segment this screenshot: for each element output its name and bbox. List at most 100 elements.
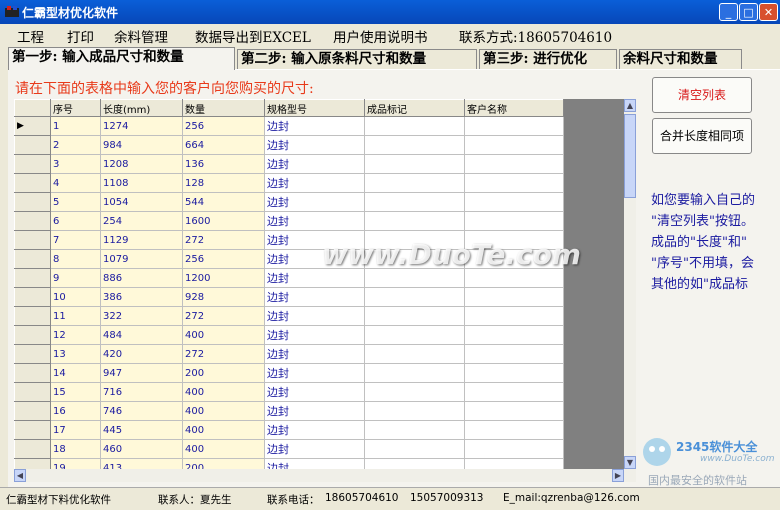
col-header-customer[interactable]: 客户名称: [464, 99, 564, 117]
row-header[interactable]: [14, 382, 51, 402]
table-row[interactable]: 9 886 1200 边封: [14, 268, 564, 288]
cell-length[interactable]: 322: [100, 306, 183, 326]
cell-no[interactable]: 7: [50, 230, 101, 250]
maximize-button[interactable]: □: [739, 3, 758, 21]
cell-mark[interactable]: [364, 287, 465, 307]
cell-qty[interactable]: 400: [182, 401, 265, 421]
row-header[interactable]: [14, 287, 51, 307]
cell-spec[interactable]: 边封: [264, 325, 365, 345]
cell-no[interactable]: 3: [50, 154, 101, 174]
cell-spec[interactable]: 边封: [264, 211, 365, 231]
table-row[interactable]: 17 445 400 边封: [14, 420, 564, 440]
cell-no[interactable]: 17: [50, 420, 101, 440]
cell-length[interactable]: 1208: [100, 154, 183, 174]
cell-length[interactable]: 1054: [100, 192, 183, 212]
table-row[interactable]: 12 484 400 边封: [14, 325, 564, 345]
cell-length[interactable]: 746: [100, 401, 183, 421]
table-row[interactable]: 4 1108 128 边封: [14, 173, 564, 193]
table-row[interactable]: 10 386 928 边封: [14, 287, 564, 307]
cell-spec[interactable]: 边封: [264, 401, 365, 421]
table-row[interactable]: ▶ 1 1274 256 边封: [14, 116, 564, 136]
cell-customer[interactable]: [464, 135, 564, 155]
cell-mark[interactable]: [364, 325, 465, 345]
cell-qty[interactable]: 400: [182, 382, 265, 402]
cell-length[interactable]: 886: [100, 268, 183, 288]
cell-customer[interactable]: [464, 211, 564, 231]
cell-customer[interactable]: [464, 363, 564, 383]
cell-length[interactable]: 1108: [100, 173, 183, 193]
cell-qty[interactable]: 664: [182, 135, 265, 155]
cell-mark[interactable]: [364, 306, 465, 326]
table-row[interactable]: 15 716 400 边封: [14, 382, 564, 402]
cell-no[interactable]: 5: [50, 192, 101, 212]
cell-customer[interactable]: [464, 306, 564, 326]
cell-no[interactable]: 15: [50, 382, 101, 402]
cell-no[interactable]: 9: [50, 268, 101, 288]
tab-step3[interactable]: 第三步: 进行优化: [479, 49, 617, 69]
cell-mark[interactable]: [364, 382, 465, 402]
cell-length[interactable]: 1129: [100, 230, 183, 250]
cell-spec[interactable]: 边封: [264, 306, 365, 326]
row-header[interactable]: [14, 401, 51, 421]
cell-customer[interactable]: [464, 458, 564, 469]
cell-mark[interactable]: [364, 116, 465, 136]
cell-customer[interactable]: [464, 439, 564, 459]
cell-length[interactable]: 484: [100, 325, 183, 345]
row-header[interactable]: [14, 344, 51, 364]
cell-spec[interactable]: 边封: [264, 116, 365, 136]
row-header[interactable]: [14, 439, 51, 459]
cell-qty[interactable]: 256: [182, 249, 265, 269]
col-header-spec[interactable]: 规格型号: [264, 99, 365, 117]
cell-no[interactable]: 1: [50, 116, 101, 136]
cell-length[interactable]: 947: [100, 363, 183, 383]
cell-no[interactable]: 2: [50, 135, 101, 155]
scroll-right-icon[interactable]: ▶: [612, 469, 624, 482]
cell-no[interactable]: 12: [50, 325, 101, 345]
tab-step2[interactable]: 第二步: 输入原条料尺寸和数量: [237, 49, 477, 69]
table-row[interactable]: 5 1054 544 边封: [14, 192, 564, 212]
cell-spec[interactable]: 边封: [264, 458, 365, 469]
cell-mark[interactable]: [364, 268, 465, 288]
row-header[interactable]: [14, 192, 51, 212]
vertical-scroll-thumb[interactable]: [624, 114, 636, 198]
cell-spec[interactable]: 边封: [264, 287, 365, 307]
cell-qty[interactable]: 400: [182, 439, 265, 459]
cell-no[interactable]: 13: [50, 344, 101, 364]
cell-customer[interactable]: [464, 192, 564, 212]
cell-customer[interactable]: [464, 420, 564, 440]
menu-contact[interactable]: 联系方式:18605704610: [459, 26, 612, 46]
cell-spec[interactable]: 边封: [264, 344, 365, 364]
minimize-button[interactable]: _: [719, 3, 738, 21]
row-header[interactable]: [14, 154, 51, 174]
table-row[interactable]: 18 460 400 边封: [14, 439, 564, 459]
row-header[interactable]: [14, 135, 51, 155]
cell-length[interactable]: 984: [100, 135, 183, 155]
cell-length[interactable]: 254: [100, 211, 183, 231]
table-row[interactable]: 16 746 400 边封: [14, 401, 564, 421]
cell-no[interactable]: 16: [50, 401, 101, 421]
cell-length[interactable]: 386: [100, 287, 183, 307]
row-header[interactable]: [14, 458, 51, 469]
cell-mark[interactable]: [364, 192, 465, 212]
menu-export-excel[interactable]: 数据导出到EXCEL: [195, 26, 311, 46]
table-row[interactable]: 19 413 200 边封: [14, 458, 564, 469]
clear-list-button[interactable]: 清空列表: [652, 77, 752, 113]
product-grid[interactable]: 序号 长度(mm) 数量 规格型号 成品标记 客户名称 ▶ 1 1274 256 边封 2…: [14, 99, 624, 469]
cell-qty[interactable]: 400: [182, 420, 265, 440]
cell-mark[interactable]: [364, 344, 465, 364]
table-row[interactable]: 2 984 664 边封: [14, 135, 564, 155]
cell-spec[interactable]: 边封: [264, 439, 365, 459]
row-header[interactable]: [14, 325, 51, 345]
close-button[interactable]: ✕: [759, 3, 778, 21]
cell-qty[interactable]: 1600: [182, 211, 265, 231]
table-row[interactable]: 6 254 1600 边封: [14, 211, 564, 231]
scroll-left-icon[interactable]: ◀: [14, 469, 26, 482]
table-row[interactable]: 11 322 272 边封: [14, 306, 564, 326]
cell-no[interactable]: 11: [50, 306, 101, 326]
cell-spec[interactable]: 边封: [264, 382, 365, 402]
table-row[interactable]: 14 947 200 边封: [14, 363, 564, 383]
cell-qty[interactable]: 272: [182, 306, 265, 326]
cell-customer[interactable]: [464, 268, 564, 288]
cell-qty[interactable]: 272: [182, 230, 265, 250]
cell-mark[interactable]: [364, 135, 465, 155]
